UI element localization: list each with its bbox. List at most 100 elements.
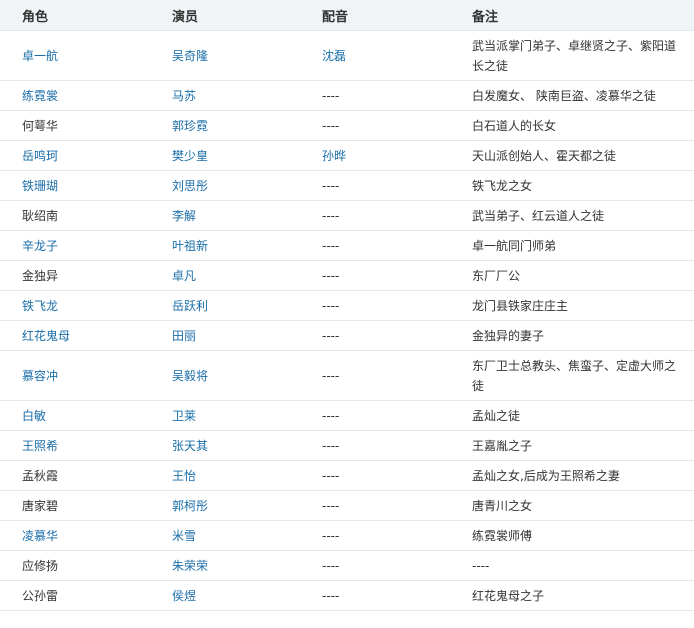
- role-text: 孟秋霞: [22, 468, 59, 483]
- voice-link[interactable]: 沈磊: [322, 49, 346, 63]
- actor-cell: 王怡: [150, 460, 300, 491]
- role-link[interactable]: 卓一航: [22, 49, 58, 63]
- role-link[interactable]: 铁飞龙: [22, 299, 58, 313]
- actor-cell: 田丽: [150, 320, 300, 351]
- actor-link[interactable]: 吴奇隆: [172, 49, 208, 63]
- voice-cell: ----: [300, 230, 450, 261]
- note-cell: 东厂厂公: [450, 260, 694, 291]
- actor-link[interactable]: 侯煜: [172, 589, 196, 603]
- actor-cell: 郭柯彤: [150, 490, 300, 521]
- actor-link[interactable]: 王怡: [172, 469, 196, 483]
- role-link[interactable]: 凌慕华: [22, 529, 58, 543]
- actor-link[interactable]: 郭柯彤: [172, 499, 208, 513]
- actor-link[interactable]: 李解: [172, 209, 196, 223]
- voice-cell: ----: [300, 490, 450, 521]
- role-text: 应修扬: [22, 558, 59, 573]
- voice-text: ----: [322, 528, 340, 543]
- actor-cell: 吴毅将: [150, 350, 300, 401]
- role-cell: 唐家碧: [0, 490, 150, 521]
- role-cell: 何萼华: [0, 110, 150, 141]
- role-link[interactable]: 白敏: [22, 409, 46, 423]
- voice-text: ----: [322, 558, 340, 573]
- voice-link[interactable]: 孙晔: [322, 149, 346, 163]
- table-row: 练霓裳 马苏 ---- 白发魔女、 陕南巨盗、凌慕华之徒: [0, 80, 694, 111]
- actor-cell: 侯煜: [150, 580, 300, 611]
- voice-text: ----: [322, 238, 340, 253]
- actor-cell: 卓凡: [150, 260, 300, 291]
- actor-link[interactable]: 米雪: [172, 529, 196, 543]
- role-cell: 凌慕华: [0, 520, 150, 551]
- voice-text: ----: [322, 208, 340, 223]
- table-row: 红花鬼母 田丽 ---- 金独异的妻子: [0, 320, 694, 351]
- note-cell: 金独异的妻子: [450, 320, 694, 351]
- actor-link[interactable]: 卫莱: [172, 409, 196, 423]
- voice-cell: 沈磊: [300, 30, 450, 81]
- header-voice: 配音: [300, 0, 450, 31]
- role-cell: 辛龙子: [0, 230, 150, 261]
- note-cell: 武当派掌门弟子、卓继贤之子、紫阳道长之徒: [450, 30, 694, 81]
- actor-cell: 卫莱: [150, 400, 300, 431]
- role-link[interactable]: 红花鬼母: [22, 329, 70, 343]
- voice-text: ----: [322, 298, 340, 313]
- role-text: 金独异: [22, 268, 59, 283]
- actor-cell: 张天其: [150, 430, 300, 461]
- voice-cell: ----: [300, 200, 450, 231]
- table-row: 何萼华 郭珍霓 ---- 白石道人的长女: [0, 110, 694, 141]
- voice-cell: ----: [300, 400, 450, 431]
- header-note: 备注: [450, 0, 694, 31]
- actor-link[interactable]: 田丽: [172, 329, 196, 343]
- voice-cell: ----: [300, 170, 450, 201]
- voice-cell: ----: [300, 80, 450, 111]
- voice-cell: ----: [300, 290, 450, 321]
- note-cell: 铁飞龙之女: [450, 170, 694, 201]
- role-link[interactable]: 岳鸣珂: [22, 149, 58, 163]
- role-link[interactable]: 慕容冲: [22, 369, 58, 383]
- note-cell: 武当弟子、红云道人之徒: [450, 200, 694, 231]
- actor-cell: 李解: [150, 200, 300, 231]
- role-cell: 卓一航: [0, 30, 150, 81]
- actor-cell: 朱荣荣: [150, 550, 300, 581]
- actor-link[interactable]: 刘思彤: [172, 179, 208, 193]
- role-cell: 铁飞龙: [0, 290, 150, 321]
- role-text: 何萼华: [22, 118, 59, 133]
- note-cell: 红花鬼母之子: [450, 580, 694, 611]
- role-link[interactable]: 练霓裳: [22, 89, 58, 103]
- actor-link[interactable]: 马苏: [172, 89, 196, 103]
- voice-cell: ----: [300, 260, 450, 291]
- role-link[interactable]: 铁珊瑚: [22, 179, 58, 193]
- role-text: 唐家碧: [22, 498, 59, 513]
- actor-link[interactable]: 卓凡: [172, 269, 196, 283]
- role-link[interactable]: 辛龙子: [22, 239, 58, 253]
- voice-cell: ----: [300, 460, 450, 491]
- voice-cell: ----: [300, 110, 450, 141]
- actor-cell: 米雪: [150, 520, 300, 551]
- table-row: 唐家碧 郭柯彤 ---- 唐青川之女: [0, 490, 694, 521]
- note-cell: 孟灿之徒: [450, 400, 694, 431]
- actor-link[interactable]: 樊少皇: [172, 149, 208, 163]
- role-cell: 王照希: [0, 430, 150, 461]
- voice-text: ----: [322, 178, 340, 193]
- table-row: 公孙雷 侯煜 ---- 红花鬼母之子: [0, 580, 694, 611]
- table-body: 卓一航 吴奇隆 沈磊 武当派掌门弟子、卓继贤之子、紫阳道长之徒 练霓裳 马苏 ---- 白发魔…: [0, 30, 694, 611]
- note-cell: 练霓裳师傅: [450, 520, 694, 551]
- actor-link[interactable]: 叶祖新: [172, 239, 208, 253]
- role-cell: 红花鬼母: [0, 320, 150, 351]
- actor-link[interactable]: 张天其: [172, 439, 208, 453]
- actor-cell: 岳跃利: [150, 290, 300, 321]
- table-row: 铁珊瑚 刘思彤 ---- 铁飞龙之女: [0, 170, 694, 201]
- actor-link[interactable]: 吴毅将: [172, 369, 208, 383]
- actor-cell: 吴奇隆: [150, 30, 300, 81]
- note-cell: 王嘉胤之子: [450, 430, 694, 461]
- voice-text: ----: [322, 88, 340, 103]
- voice-text: ----: [322, 268, 340, 283]
- role-cell: 慕容冲: [0, 350, 150, 401]
- actor-link[interactable]: 朱荣荣: [172, 559, 208, 573]
- actor-link[interactable]: 岳跃利: [172, 299, 208, 313]
- role-cell: 应修扬: [0, 550, 150, 581]
- table-row: 卓一航 吴奇隆 沈磊 武当派掌门弟子、卓继贤之子、紫阳道长之徒: [0, 30, 694, 81]
- note-cell: 孟灿之女,后成为王照希之妻: [450, 460, 694, 491]
- header-row: 角色 演员 配音 备注: [0, 0, 694, 31]
- role-cell: 金独异: [0, 260, 150, 291]
- role-link[interactable]: 王照希: [22, 439, 58, 453]
- actor-link[interactable]: 郭珍霓: [172, 119, 208, 133]
